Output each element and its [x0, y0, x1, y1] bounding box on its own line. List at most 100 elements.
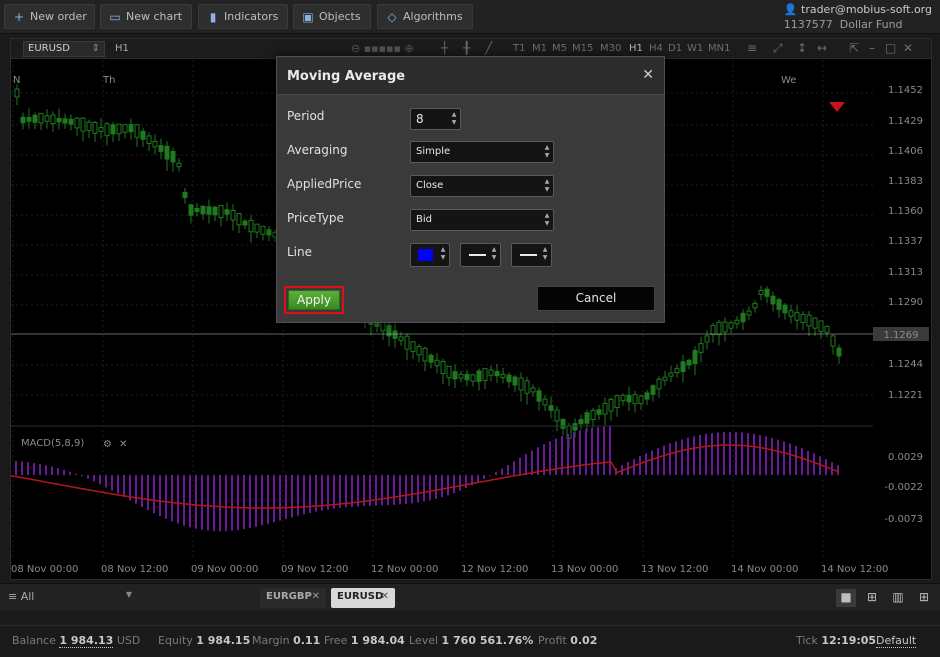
- select-arrows-icon: ▲ ▼: [440, 246, 446, 261]
- price-type-select[interactable]: Bid ▲ ▼: [410, 209, 554, 231]
- auto-scroll-icon[interactable]: ⤢: [773, 41, 783, 56]
- layout-tiles-icon[interactable]: ⊞: [914, 589, 934, 607]
- detach-icon[interactable]: ⇱: [849, 41, 859, 55]
- maximize-icon[interactable]: □: [885, 41, 896, 55]
- draw-line-icon[interactable]: ╱: [485, 41, 492, 55]
- timeframe-h1[interactable]: H1: [629, 43, 643, 54]
- current-price-label: 1.1269: [884, 330, 919, 341]
- select-arrows-icon: ▲ ▼: [544, 144, 550, 159]
- day-marker: N: [13, 75, 20, 86]
- time-tick-label: 14 Nov 00:00: [731, 564, 798, 575]
- timeframe-t1[interactable]: T1: [513, 43, 525, 54]
- account-info[interactable]: 👤 trader@mobius-soft.org 1137577 Dollar …: [784, 2, 932, 32]
- macd-tick-label: 0.0029: [888, 452, 923, 463]
- close-chart-icon[interactable]: ✕: [903, 41, 913, 55]
- menu-icon: ≡: [8, 590, 18, 603]
- tab-eurgbp[interactable]: EURGBP ✕: [260, 588, 326, 608]
- time-tick-label: 09 Nov 00:00: [191, 564, 258, 575]
- timeframe-label: H1: [115, 43, 129, 54]
- averaging-label: Averaging: [287, 143, 348, 157]
- dialog-title: Moving Average: [287, 69, 406, 84]
- price-tick-label: 1.1360: [888, 206, 923, 217]
- price-tick-label: 1.1290: [888, 297, 923, 308]
- cursor-icon[interactable]: ╂: [463, 41, 470, 55]
- time-tick-label: 13 Nov 12:00: [641, 564, 708, 575]
- day-marker: Th: [102, 75, 115, 86]
- time-tick-label: 12 Nov 12:00: [461, 564, 528, 575]
- chevron-down-icon: ⇕: [91, 43, 100, 54]
- close-icon[interactable]: ✕: [642, 67, 654, 83]
- algorithms-button[interactable]: ◇ Algorithms: [377, 4, 473, 29]
- time-tick-label: 08 Nov 12:00: [101, 564, 168, 575]
- plus-icon: +: [13, 9, 25, 24]
- minimize-icon[interactable]: –: [869, 41, 875, 55]
- status-bar: Balance 1 984.13 USD Equity 1 984.15 Mar…: [0, 625, 940, 657]
- vertical-scale-icon[interactable]: ↕: [797, 41, 807, 55]
- account-fund: Dollar Fund: [839, 18, 903, 31]
- timeframe-h4[interactable]: H4: [649, 43, 663, 54]
- new-chart-button[interactable]: ▭ New chart: [100, 4, 192, 29]
- timeframe-mn1[interactable]: MN1: [708, 43, 730, 54]
- price-tick-label: 1.1337: [888, 236, 923, 247]
- macd-tick-label: -0.0073: [884, 514, 923, 525]
- line-style-icon: [469, 254, 486, 256]
- macd-panel: MACD(5,8,9) ⚙ ✕ 0.0029 -0.0022 -0.0073: [11, 425, 923, 532]
- price-tick-label: 1.1313: [888, 267, 923, 278]
- close-tab-icon[interactable]: ✕: [312, 588, 320, 606]
- line-color-picker[interactable]: ▲ ▼: [410, 243, 450, 267]
- applied-price-label: AppliedPrice: [287, 177, 362, 191]
- timeframe-d1[interactable]: D1: [668, 43, 682, 54]
- layout-single-icon[interactable]: ■: [836, 589, 856, 607]
- dialog-title-bar: Moving Average ✕: [277, 57, 664, 95]
- price-tick-label: 1.1429: [888, 116, 923, 127]
- averaging-select[interactable]: Simple ▲ ▼: [410, 141, 554, 163]
- horizontal-scale-icon[interactable]: ↔: [817, 41, 827, 55]
- tab-eurusd[interactable]: EURUSD ✕: [331, 588, 395, 608]
- chevron-down-icon: ▼: [125, 590, 132, 599]
- layout-columns-icon[interactable]: ▥: [888, 589, 908, 607]
- chart-type-icon[interactable]: ≡: [747, 41, 757, 55]
- price-tick-label: 1.1383: [888, 176, 923, 187]
- spin-arrows-icon: ▲ ▼: [451, 111, 457, 126]
- period-stepper[interactable]: 8 ▲ ▼: [410, 108, 461, 130]
- layout-grid-icon[interactable]: ⊞: [862, 589, 882, 607]
- timeframe-w1[interactable]: W1: [687, 43, 703, 54]
- period-label: Period: [287, 109, 325, 123]
- zoom-slider[interactable]: ⊖ ▪▪▪▪▪ ⊕: [351, 42, 414, 55]
- timeframe-m1[interactable]: M1: [532, 43, 547, 54]
- close-tab-icon[interactable]: ✕: [381, 588, 389, 606]
- macd-tick-label: -0.0022: [884, 482, 923, 493]
- indicators-button[interactable]: ▮ Indicators: [198, 4, 288, 29]
- select-arrows-icon: ▲ ▼: [544, 212, 550, 227]
- timeframe-m5[interactable]: M5: [552, 43, 567, 54]
- filter-select[interactable]: ≡ All ▼: [8, 590, 132, 603]
- applied-price-select[interactable]: Close ▲ ▼: [410, 175, 554, 197]
- close-icon: ✕: [119, 439, 127, 450]
- crosshair-icon[interactable]: ┼: [441, 41, 448, 55]
- chart-icon: ▭: [109, 9, 121, 24]
- timeframe-m15[interactable]: M15: [572, 43, 593, 54]
- line-width-icon: [520, 254, 537, 256]
- symbol-tab-bar: ≡ All ▼ EURGBP ✕ EURUSD ✕ ■ ⊞ ▥ ⊞: [0, 583, 940, 611]
- profit: Profit 0.02: [538, 634, 598, 647]
- profile-select[interactable]: Default: [876, 634, 917, 648]
- new-order-button[interactable]: + New order: [4, 4, 95, 29]
- timeframe-m30[interactable]: M30: [600, 43, 621, 54]
- margin: Margin 0.11: [252, 634, 321, 647]
- time-tick-label: 12 Nov 00:00: [371, 564, 438, 575]
- equity: Equity 1 984.15: [158, 634, 251, 647]
- gear-icon: ⚙: [103, 439, 112, 450]
- account-id: 1137577: [783, 18, 833, 31]
- price-tick-label: 1.1406: [888, 146, 923, 157]
- line-width-select[interactable]: ▲ ▼: [511, 243, 552, 267]
- price-tick-label: 1.1244: [888, 359, 923, 370]
- apply-button[interactable]: Apply: [288, 290, 340, 310]
- apply-highlight: Apply: [284, 286, 344, 314]
- line-style-select[interactable]: ▲ ▼: [460, 243, 501, 267]
- line-label: Line: [287, 245, 313, 259]
- tick-time: Tick 12:19:05: [796, 634, 877, 647]
- objects-button[interactable]: ▣ Objects: [293, 4, 371, 29]
- symbol-select[interactable]: EURUSD ⇕: [23, 41, 105, 57]
- cancel-button[interactable]: Cancel: [537, 286, 655, 311]
- select-arrows-icon: ▲ ▼: [491, 246, 497, 261]
